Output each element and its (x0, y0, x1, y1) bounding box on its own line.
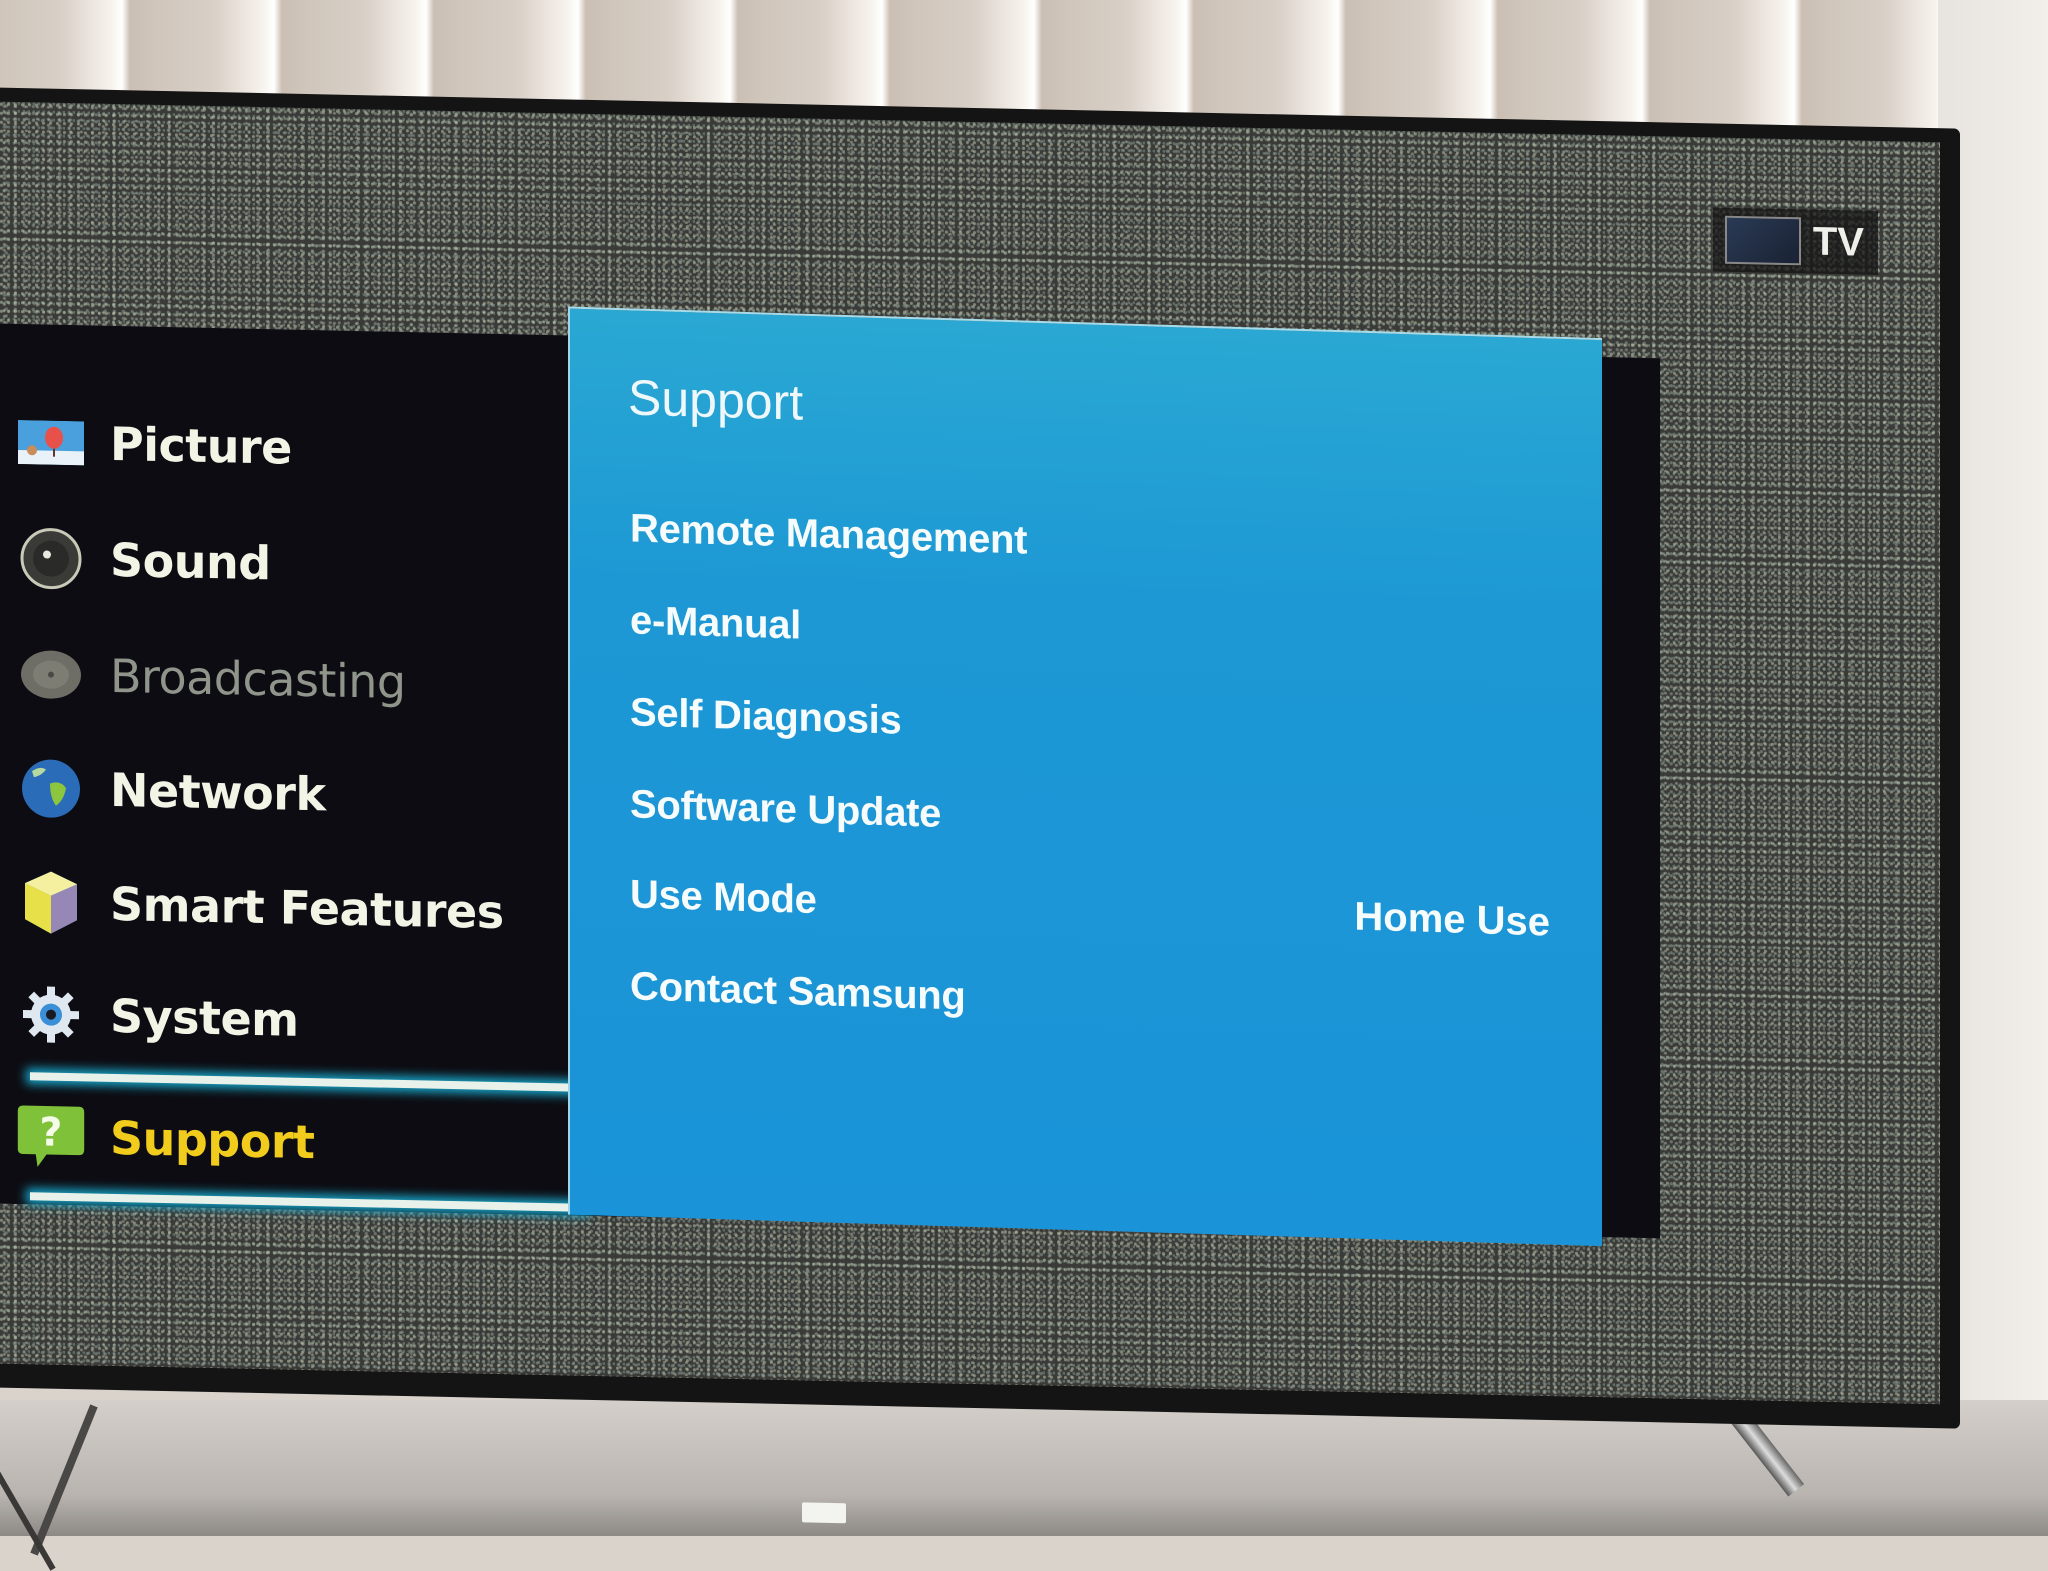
menu-item-picture[interactable]: Picture (0, 392, 570, 504)
menu-item-sound[interactable]: Sound (0, 508, 570, 620)
menu-item-network[interactable]: Network (0, 738, 570, 850)
menu-item-label: Broadcasting (110, 648, 406, 710)
submenu-item-label: Use Mode (630, 871, 817, 922)
submenu-item-contact-samsung[interactable]: Contact Samsung (630, 946, 1550, 1054)
help-bubble-icon: ? (16, 1101, 86, 1172)
speaker-icon (16, 523, 86, 594)
globe-icon (16, 753, 86, 824)
tv-source-thumbnail-icon (1724, 215, 1801, 266)
submenu-item-software-update[interactable]: Software Update (630, 764, 1550, 872)
menu-item-support[interactable]: ? Support (0, 1080, 570, 1204)
tv-brand-logo (802, 1502, 846, 1524)
menu-item-label: System (110, 988, 299, 1047)
menu-item-smart-features[interactable]: Smart Features (0, 852, 570, 964)
use-mode-value: Home Use (1354, 894, 1550, 945)
submenu-item-label: Contact Samsung (630, 963, 966, 1019)
satellite-dish-icon (16, 639, 86, 710)
menu-item-label: Smart Features (110, 876, 504, 940)
panel-title: Support (628, 369, 804, 431)
input-source-badge: TV (1712, 207, 1878, 275)
menu-item-broadcasting: Broadcasting (0, 624, 570, 736)
svg-text:?: ? (40, 1109, 63, 1155)
menu-item-label: Network (110, 762, 326, 822)
picture-balloon-icon (16, 407, 86, 478)
submenu-item-label: e-Manual (630, 597, 801, 648)
menu-item-label: Sound (110, 532, 271, 591)
source-label: TV (1812, 219, 1864, 265)
submenu-item-label: Software Update (630, 781, 942, 836)
submenu-item-use-mode[interactable]: Use Mode Home Use (630, 854, 1550, 962)
tv-screen: TV Picture Sound Broadcasting Network Sm… (0, 101, 1940, 1405)
television: TV Picture Sound Broadcasting Network Sm… (0, 87, 1960, 1524)
menu-item-system[interactable]: System (0, 964, 570, 1076)
support-submenu-panel: Support Remote Management e-Manual Self … (568, 306, 1602, 1247)
menu-item-label: Support (110, 1110, 315, 1170)
cube-icon (16, 867, 86, 938)
gear-icon (16, 979, 86, 1050)
submenu-item-label: Remote Management (630, 505, 1028, 563)
submenu-item-e-manual[interactable]: e-Manual (630, 580, 1550, 688)
submenu-item-self-diagnosis[interactable]: Self Diagnosis (630, 672, 1550, 780)
menu-item-label: Picture (110, 416, 292, 475)
submenu-item-remote-management[interactable]: Remote Management (630, 488, 1550, 596)
submenu-item-label: Self Diagnosis (630, 689, 902, 743)
